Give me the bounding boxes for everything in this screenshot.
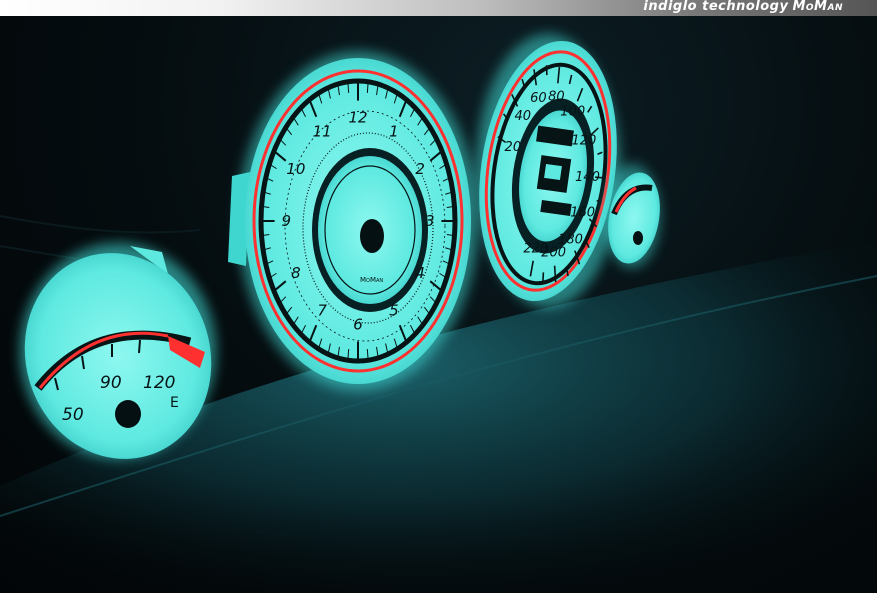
gauge-panel: 50 90 120 E MoMan 121234567891011 204060… xyxy=(0,34,877,593)
tachometer: MoMan 121234567891011 xyxy=(228,51,478,391)
speedo-label: 40 xyxy=(514,109,531,124)
speedo-label: 220 xyxy=(523,241,548,256)
tach-label: 11 xyxy=(313,122,332,140)
tach-tick xyxy=(347,349,350,359)
banner-brand: MoMan xyxy=(792,0,843,14)
banner-caption: indiglo technology MoMan xyxy=(643,0,843,14)
top-banner: indiglo technology MoMan xyxy=(0,0,877,17)
trip-window-inner xyxy=(544,163,562,181)
tach-label: 8 xyxy=(291,264,301,282)
tach-label: 6 xyxy=(353,316,363,334)
temperature-label: 50 xyxy=(62,405,84,425)
wire xyxy=(0,215,201,234)
tach-label: 1 xyxy=(389,122,399,140)
temperature-needle-hole xyxy=(115,400,141,428)
tach-label: 9 xyxy=(281,212,291,230)
speedo-tick xyxy=(542,272,545,283)
tach-label: 3 xyxy=(425,212,435,230)
tach-label: 5 xyxy=(389,302,399,320)
tach-label: 12 xyxy=(348,108,367,126)
speedo-label: 140 xyxy=(575,170,600,185)
fuel-needle-hole xyxy=(633,231,643,245)
temperature-label: 120 xyxy=(143,373,175,393)
speedo-label: 160 xyxy=(570,205,595,220)
tach-label: 4 xyxy=(415,264,425,282)
banner-text: indiglo technology xyxy=(643,0,789,14)
speedo-label: 80 xyxy=(548,89,565,104)
speedo-label: 100 xyxy=(560,105,585,120)
tach-needle-hole xyxy=(360,219,384,253)
speedo-label: 60 xyxy=(530,91,547,106)
tach-tick xyxy=(347,83,350,93)
speedo-label: 120 xyxy=(571,134,596,149)
temperature-symbol: E xyxy=(170,395,179,411)
speedometer: 204060 80100120140160180200220 xyxy=(476,34,620,308)
speedo-label: 20 xyxy=(505,140,522,155)
temperature-label: 90 xyxy=(100,373,122,393)
tach-tick xyxy=(366,349,369,359)
tach-tick xyxy=(366,83,369,93)
tach-label: 7 xyxy=(317,302,327,320)
speedo-tick xyxy=(553,265,557,283)
tach-label: 2 xyxy=(415,160,425,178)
dashboard-photo: 50 90 120 E MoMan 12 1 2 3 4 5 6 7 8 9 10 11 xyxy=(0,16,877,593)
tach-label: 10 xyxy=(286,160,305,178)
tach-logo: MoMan xyxy=(360,276,383,284)
